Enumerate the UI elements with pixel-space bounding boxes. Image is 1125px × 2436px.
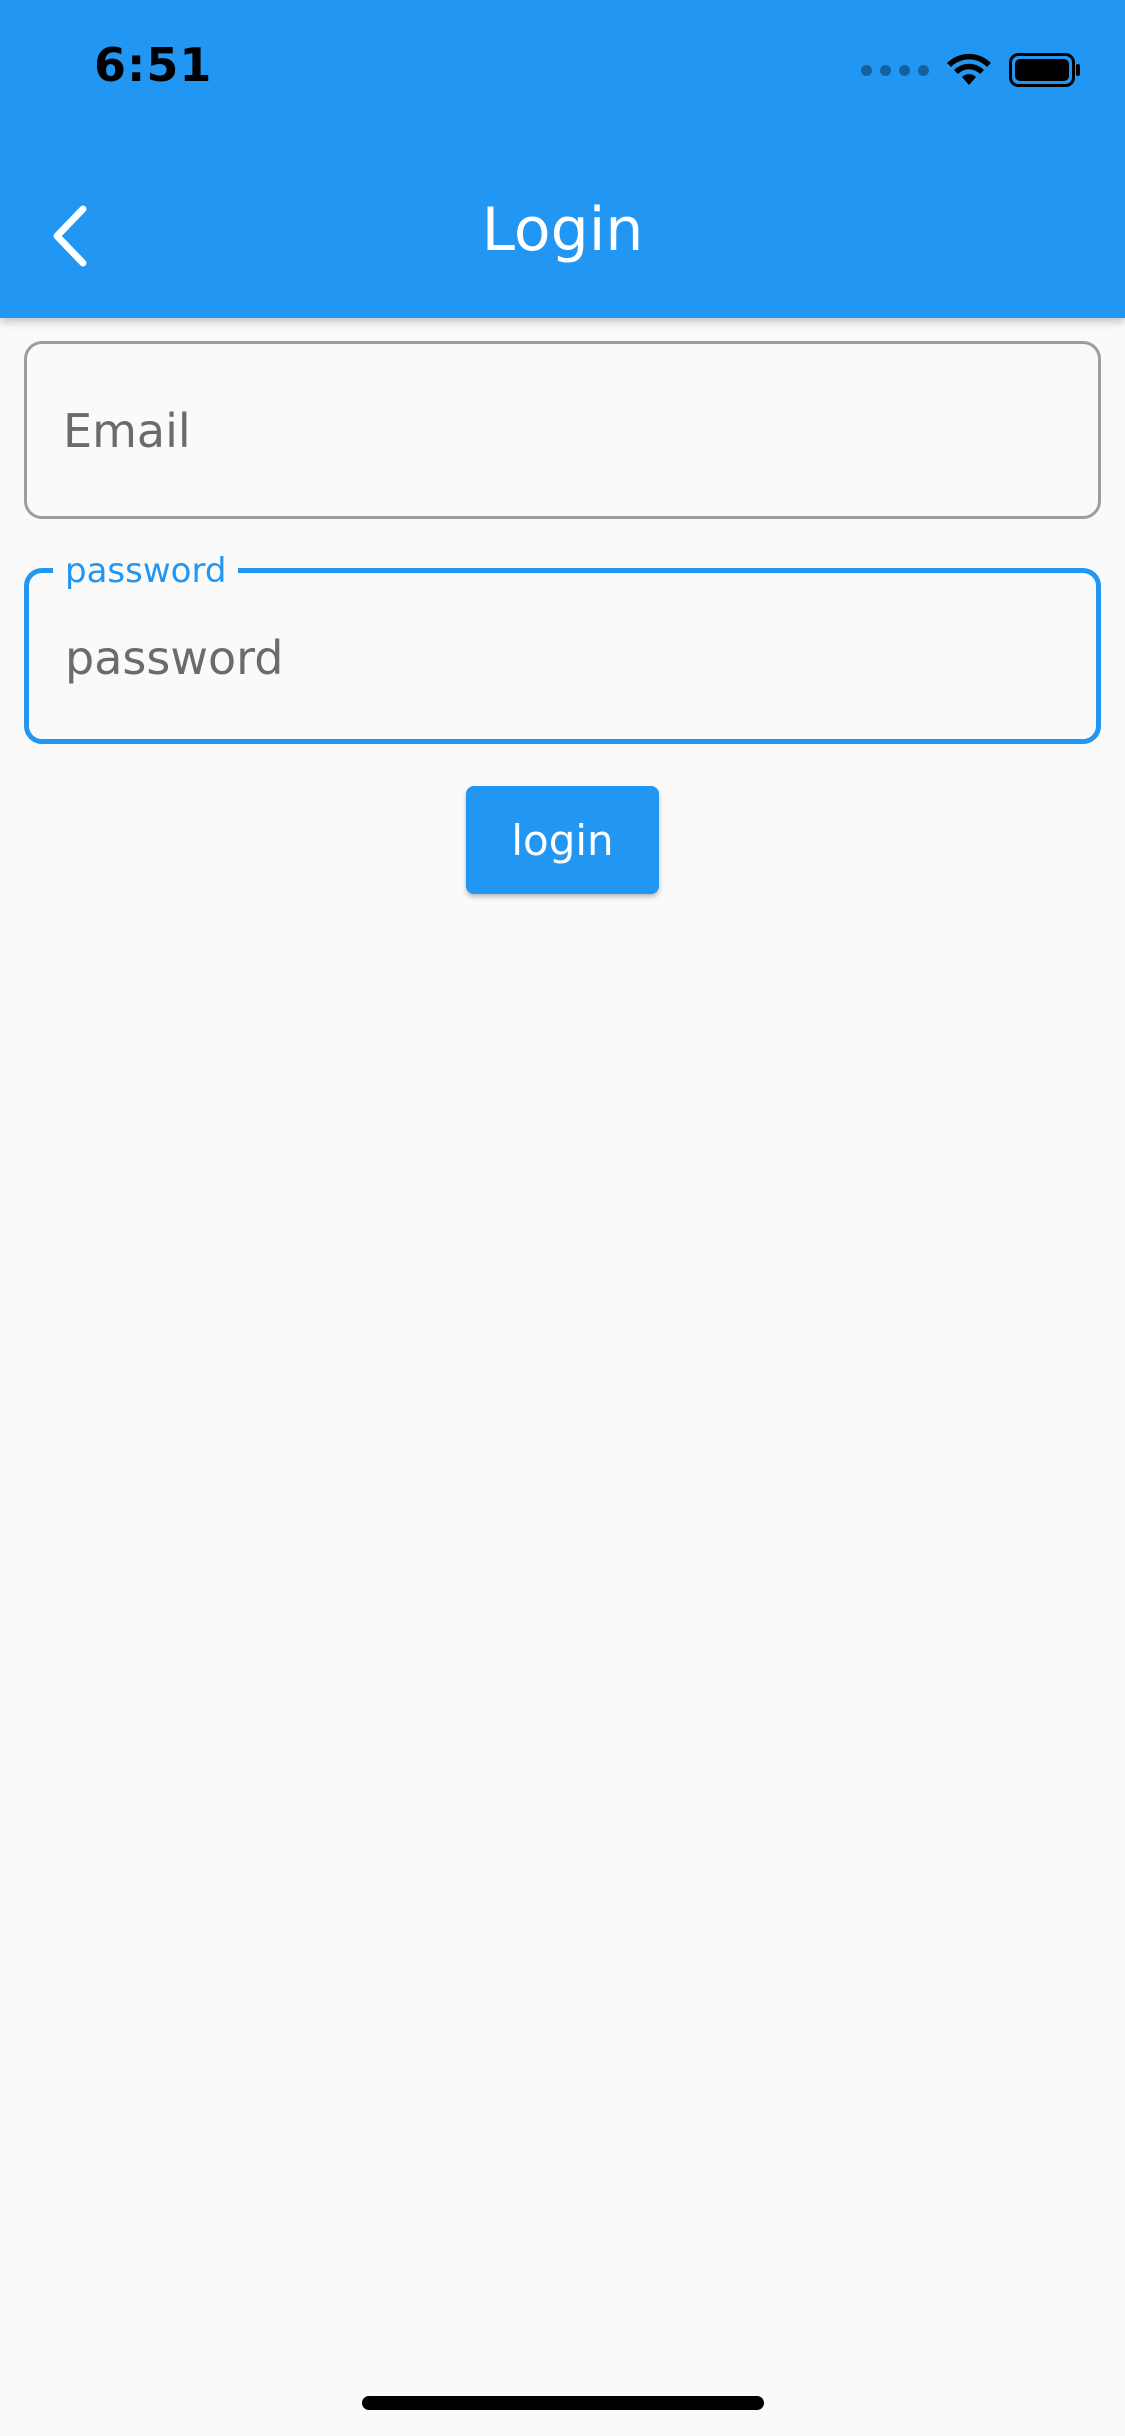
home-indicator[interactable] — [362, 2396, 764, 2410]
password-floating-label: password — [53, 551, 239, 591]
battery-icon — [1009, 53, 1080, 87]
status-icons — [861, 48, 1081, 92]
status-time: 6:51 — [94, 38, 213, 92]
password-input[interactable] — [65, 623, 1060, 693]
login-button[interactable]: login — [466, 786, 659, 894]
app-bar: 6:51 Login — [0, 0, 1125, 318]
wifi-icon — [947, 53, 991, 85]
email-field[interactable] — [24, 341, 1101, 519]
page-title: Login — [481, 195, 644, 265]
password-field[interactable]: password — [24, 551, 1101, 744]
email-input[interactable] — [63, 396, 1062, 466]
cellular-signal-icon — [861, 64, 929, 76]
